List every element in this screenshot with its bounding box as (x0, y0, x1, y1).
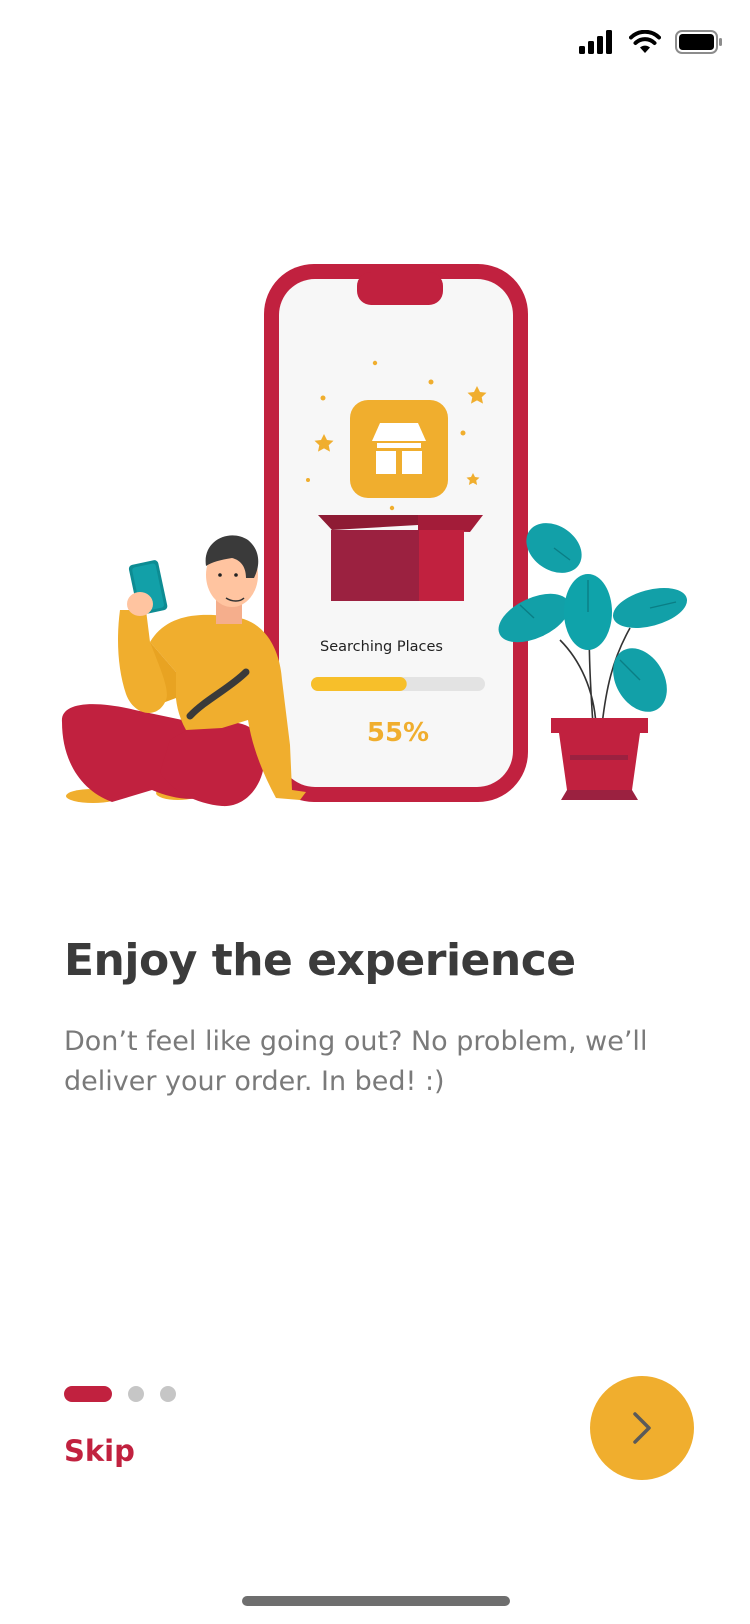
home-indicator (242, 1596, 510, 1606)
onboarding-title: Enjoy the experience (64, 935, 576, 986)
next-button[interactable] (590, 1376, 694, 1480)
page-dot-2 (128, 1386, 144, 1402)
wifi-icon (629, 30, 661, 53)
page-dot-1 (64, 1386, 112, 1402)
skip-button[interactable]: Skip (64, 1434, 135, 1468)
onboarding-description: Don’t feel like going out? No problem, w… (64, 1026, 648, 1097)
page-dot-3 (160, 1386, 176, 1402)
status-icons (579, 30, 723, 54)
status-bar (0, 0, 750, 90)
progress-bar (311, 677, 485, 691)
searching-label: Searching Places (320, 639, 443, 655)
chevron-right-icon (633, 1412, 651, 1444)
onboarding-illustration: Searching Places 55% (61, 264, 687, 807)
battery-icon (675, 30, 722, 54)
progress-percent: 55% (367, 718, 429, 748)
page-indicator (64, 1386, 176, 1402)
store-icon (350, 400, 448, 498)
cellular-signal-icon (579, 30, 612, 54)
progress-fill (311, 677, 407, 691)
